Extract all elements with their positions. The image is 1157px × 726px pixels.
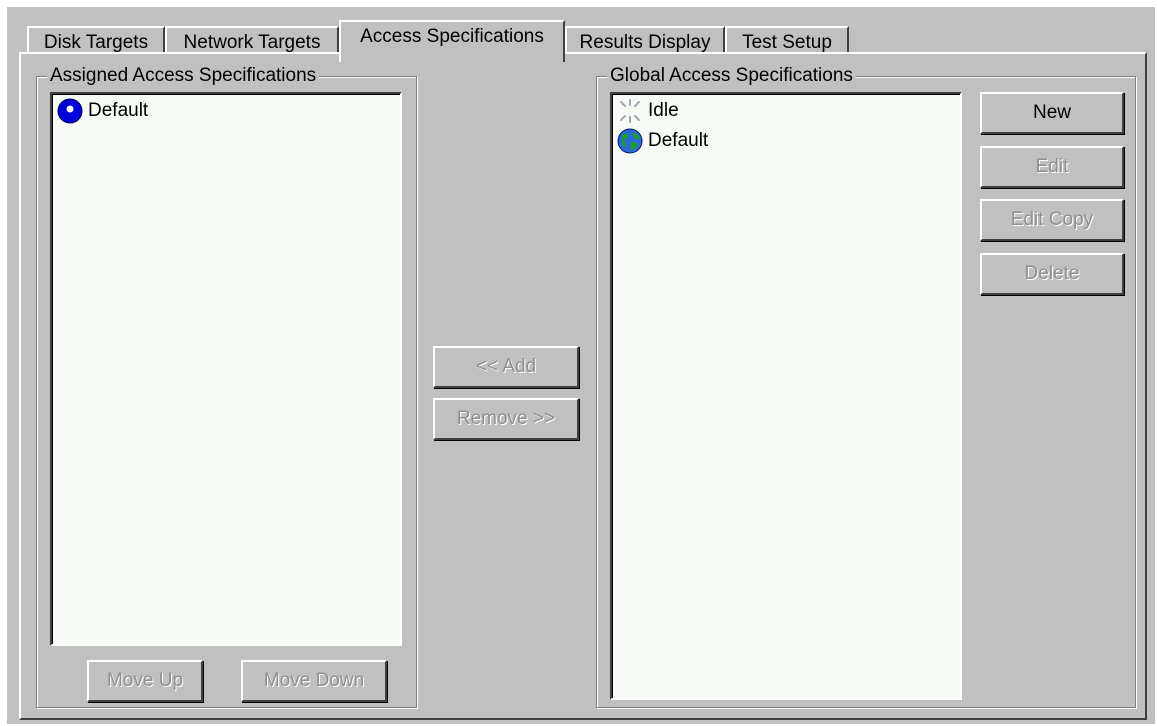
access-specifications-page: Assigned Access Specifications Default M… — [19, 52, 1147, 720]
edit-button[interactable]: Edit — [980, 146, 1124, 188]
globe-icon — [617, 128, 643, 154]
global-group-title: Global Access Specifications — [607, 64, 856, 88]
global-access-specifications-group: Global Access Specifications Idle Defaul… — [596, 64, 1136, 708]
list-item[interactable]: Default — [616, 126, 708, 156]
idle-sparkle-icon — [620, 99, 640, 123]
blue-sphere-icon — [57, 98, 83, 124]
move-up-button[interactable]: Move Up — [87, 660, 203, 702]
new-button[interactable]: New — [980, 92, 1124, 134]
list-item-label: Default — [648, 130, 709, 151]
global-specs-listbox[interactable]: Idle Default — [610, 92, 962, 700]
delete-button[interactable]: Delete — [980, 253, 1124, 295]
list-item[interactable]: Idle — [616, 96, 679, 126]
assigned-access-specifications-group: Assigned Access Specifications Default M… — [36, 64, 417, 708]
remove-button[interactable]: Remove >> — [433, 398, 579, 440]
list-item-label: Idle — [648, 100, 679, 121]
dialog-window: Disk Targets Network Targets Access Spec… — [7, 7, 1155, 724]
list-item-label: Default — [88, 100, 149, 121]
edit-copy-button[interactable]: Edit Copy — [980, 199, 1124, 241]
list-item[interactable]: Default — [56, 96, 148, 126]
tab-access-specifications[interactable]: Access Specifications — [339, 20, 565, 62]
assigned-group-title: Assigned Access Specifications — [47, 64, 320, 88]
add-button[interactable]: << Add — [433, 346, 579, 388]
assigned-specs-listbox[interactable]: Default — [50, 92, 402, 646]
move-down-button[interactable]: Move Down — [241, 660, 387, 702]
